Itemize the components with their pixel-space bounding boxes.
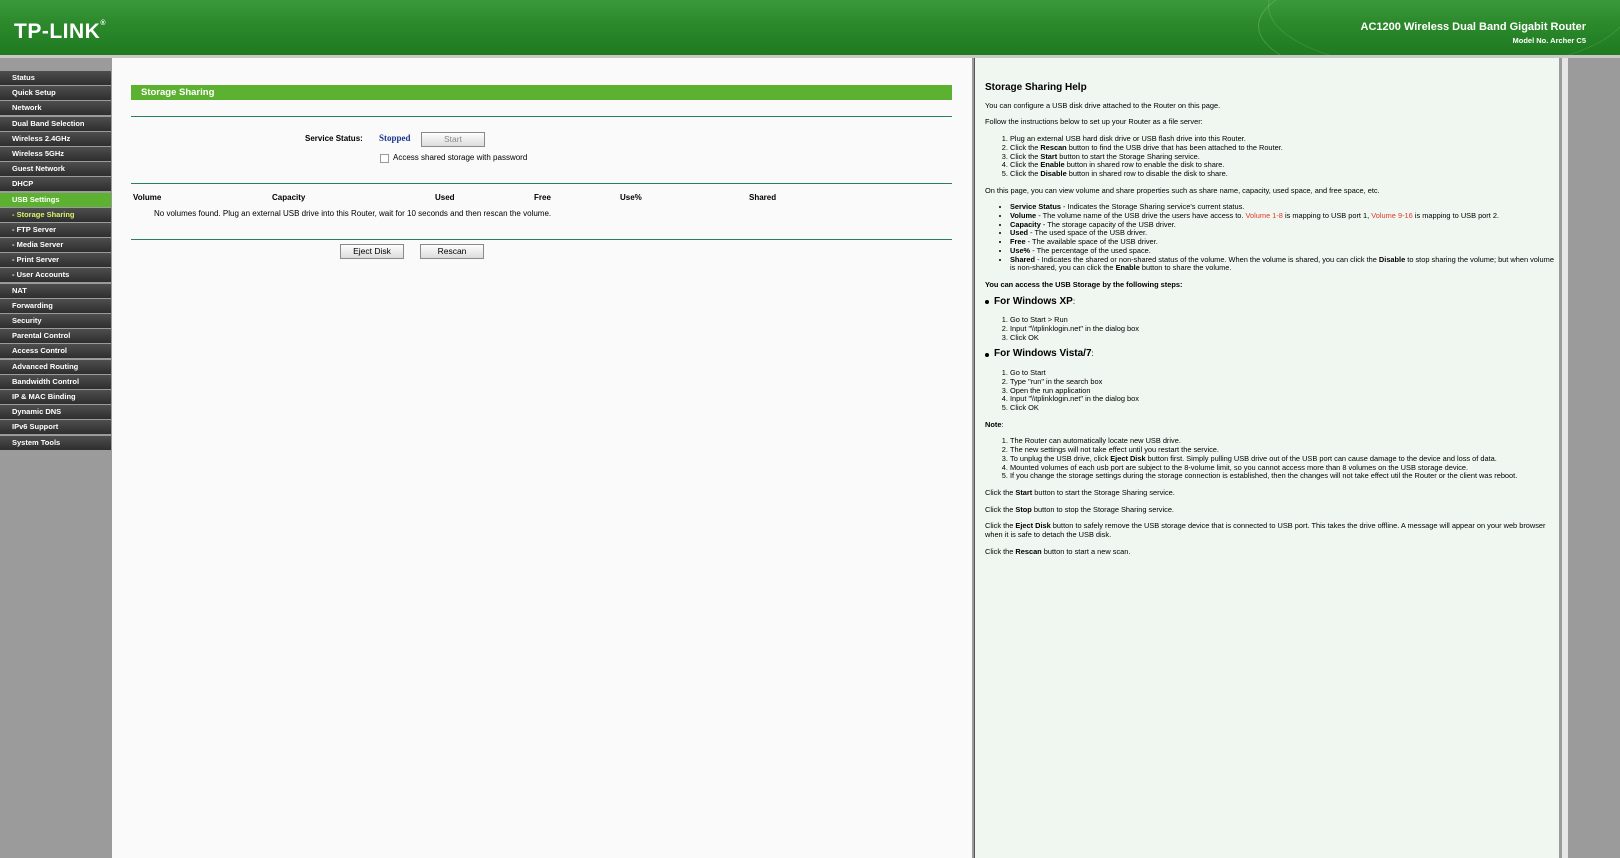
sidebar-item-dynamic-dns[interactable]: Dynamic DNS [0,405,111,420]
help-onpage: On this page, you can view volume and sh… [985,185,1380,195]
sidebar-item-media-server[interactable]: - Media Server [0,238,111,253]
column-header-used: Used [435,193,455,202]
sidebar-item-parental-control[interactable]: Parental Control [0,329,111,344]
sidebar-item-nat[interactable]: NAT [0,283,111,298]
sidebar-item-access-control[interactable]: Access Control [0,344,111,359]
sidebar-item-ftp-server[interactable]: - FTP Server [0,222,111,237]
list-item: Input "\\tplinklogin.net" in the dialog … [1010,395,1560,404]
password-checkbox[interactable] [380,154,389,163]
vista-steps-list: Go to Start Type "run" in the search box… [985,368,1560,413]
bullet-icon [985,352,989,357]
windows-vista-heading: For Windows Vista/7: [985,349,1560,359]
help-click-eject: Click the Eject Disk button to safely re… [985,521,1546,540]
column-header-capacity: Capacity [272,193,306,202]
bullet-icon [985,300,989,304]
access-heading: You can access the USB Storage by the fo… [985,279,1183,289]
tp-link-logo: TP-LINK® [14,20,106,43]
password-checkbox-label: Access shared storage with password [393,153,528,162]
sidebar-item-dhcp[interactable]: DHCP [0,177,111,192]
router-header: TP-LINK® AC1200 Wireless Dual Band Gigab… [0,0,1620,58]
help-intro: You can configure a USB disk drive attac… [985,100,1221,110]
note-heading: Note: [985,419,1004,429]
sidebar-item-ipv6-support[interactable]: IPv6 Support [0,420,111,435]
list-item: If you change the storage settings durin… [1010,471,1560,481]
sidebar-item-wireless-5ghz[interactable]: Wireless 5GHz [0,146,111,161]
definitions-list: Service Status - Indicates the Storage S… [985,202,1560,273]
divider [131,116,952,117]
sidebar-item-usb-settings[interactable]: USB Settings [0,192,111,207]
sidebar-item-quick-setup[interactable]: Quick Setup [0,86,111,101]
page-title: Storage Sharing [131,85,952,100]
help-panel: Storage Sharing Help You can configure a… [974,58,1559,858]
divider [131,183,952,184]
sidebar-item-dual-band-selection[interactable]: Dual Band Selection [0,116,111,131]
help-click-rescan: Click the Rescan button to start a new s… [985,546,1131,556]
column-header-use-percent: Use% [620,193,642,202]
divider [131,239,952,240]
list-item: Click OK [1010,403,1560,413]
list-item: Click the Disable button in shared row t… [1010,169,1560,179]
sidebar-item-forwarding[interactable]: Forwarding [0,298,111,313]
sidebar-menu: Status Quick Setup Network Dual Band Select… [0,71,112,858]
model-number: Model No. Archer C5 [1512,36,1586,45]
column-header-free: Free [534,193,551,202]
help-title: Storage Sharing Help [985,82,1087,93]
sidebar-item-user-accounts[interactable]: - User Accounts [0,268,111,283]
sidebar-item-print-server[interactable]: - Print Server [0,253,111,268]
sidebar-item-guest-network[interactable]: Guest Network [0,162,111,177]
help-click-stop: Click the Stop button to stop the Storag… [985,504,1174,514]
sidebar-item-bandwidth-control[interactable]: Bandwidth Control [0,374,111,389]
service-status-label: Service Status: [305,134,363,143]
column-header-volume: Volume [133,193,162,202]
setup-steps-list: Plug an external USB hard disk drive or … [985,134,1560,179]
sidebar-item-security[interactable]: Security [0,314,111,328]
help-follow: Follow the instructions below to set up … [985,117,1203,127]
list-item: Shared - Indicates the shared or non-sha… [1010,255,1560,273]
sidebar-item-ip-mac-binding[interactable]: IP & MAC Binding [0,389,111,404]
windows-xp-heading: For Windows XP: [985,296,1560,307]
sidebar-item-advanced-routing[interactable]: Advanced Routing [0,359,111,374]
product-name: AC1200 Wireless Dual Band Gigabit Router [1360,21,1586,33]
rescan-button[interactable]: Rescan [420,244,484,259]
xp-steps-list: Go to Start > Run Input "\\tplinklogin.n… [985,316,1560,342]
notes-list: The Router can automatically locate new … [985,437,1560,481]
list-item: Type "run" in the search box [1010,377,1560,387]
empty-volumes-message: No volumes found. Plug an external USB d… [154,209,552,218]
list-item: Input "\\tplinklogin.net" in the dialog … [1010,324,1560,334]
help-click-start: Click the Start button to start the Stor… [985,487,1175,497]
main-panel: Storage Sharing Service Status: Stopped … [112,58,974,858]
sidebar-item-network[interactable]: Network [0,101,111,116]
sidebar-item-system-tools[interactable]: System Tools [0,435,111,450]
column-header-shared: Shared [749,193,777,202]
eject-disk-button[interactable]: Eject Disk [340,244,404,259]
service-status-value: Stopped [379,133,411,143]
help-scrollbar[interactable] [1562,58,1568,858]
start-button[interactable]: Start [421,132,485,147]
sidebar-item-status[interactable]: Status [0,71,111,85]
sidebar-item-storage-sharing[interactable]: - Storage Sharing [0,207,111,222]
sidebar-item-wireless-2-4ghz[interactable]: Wireless 2.4GHz [0,131,111,146]
list-item: Click OK [1010,333,1560,343]
